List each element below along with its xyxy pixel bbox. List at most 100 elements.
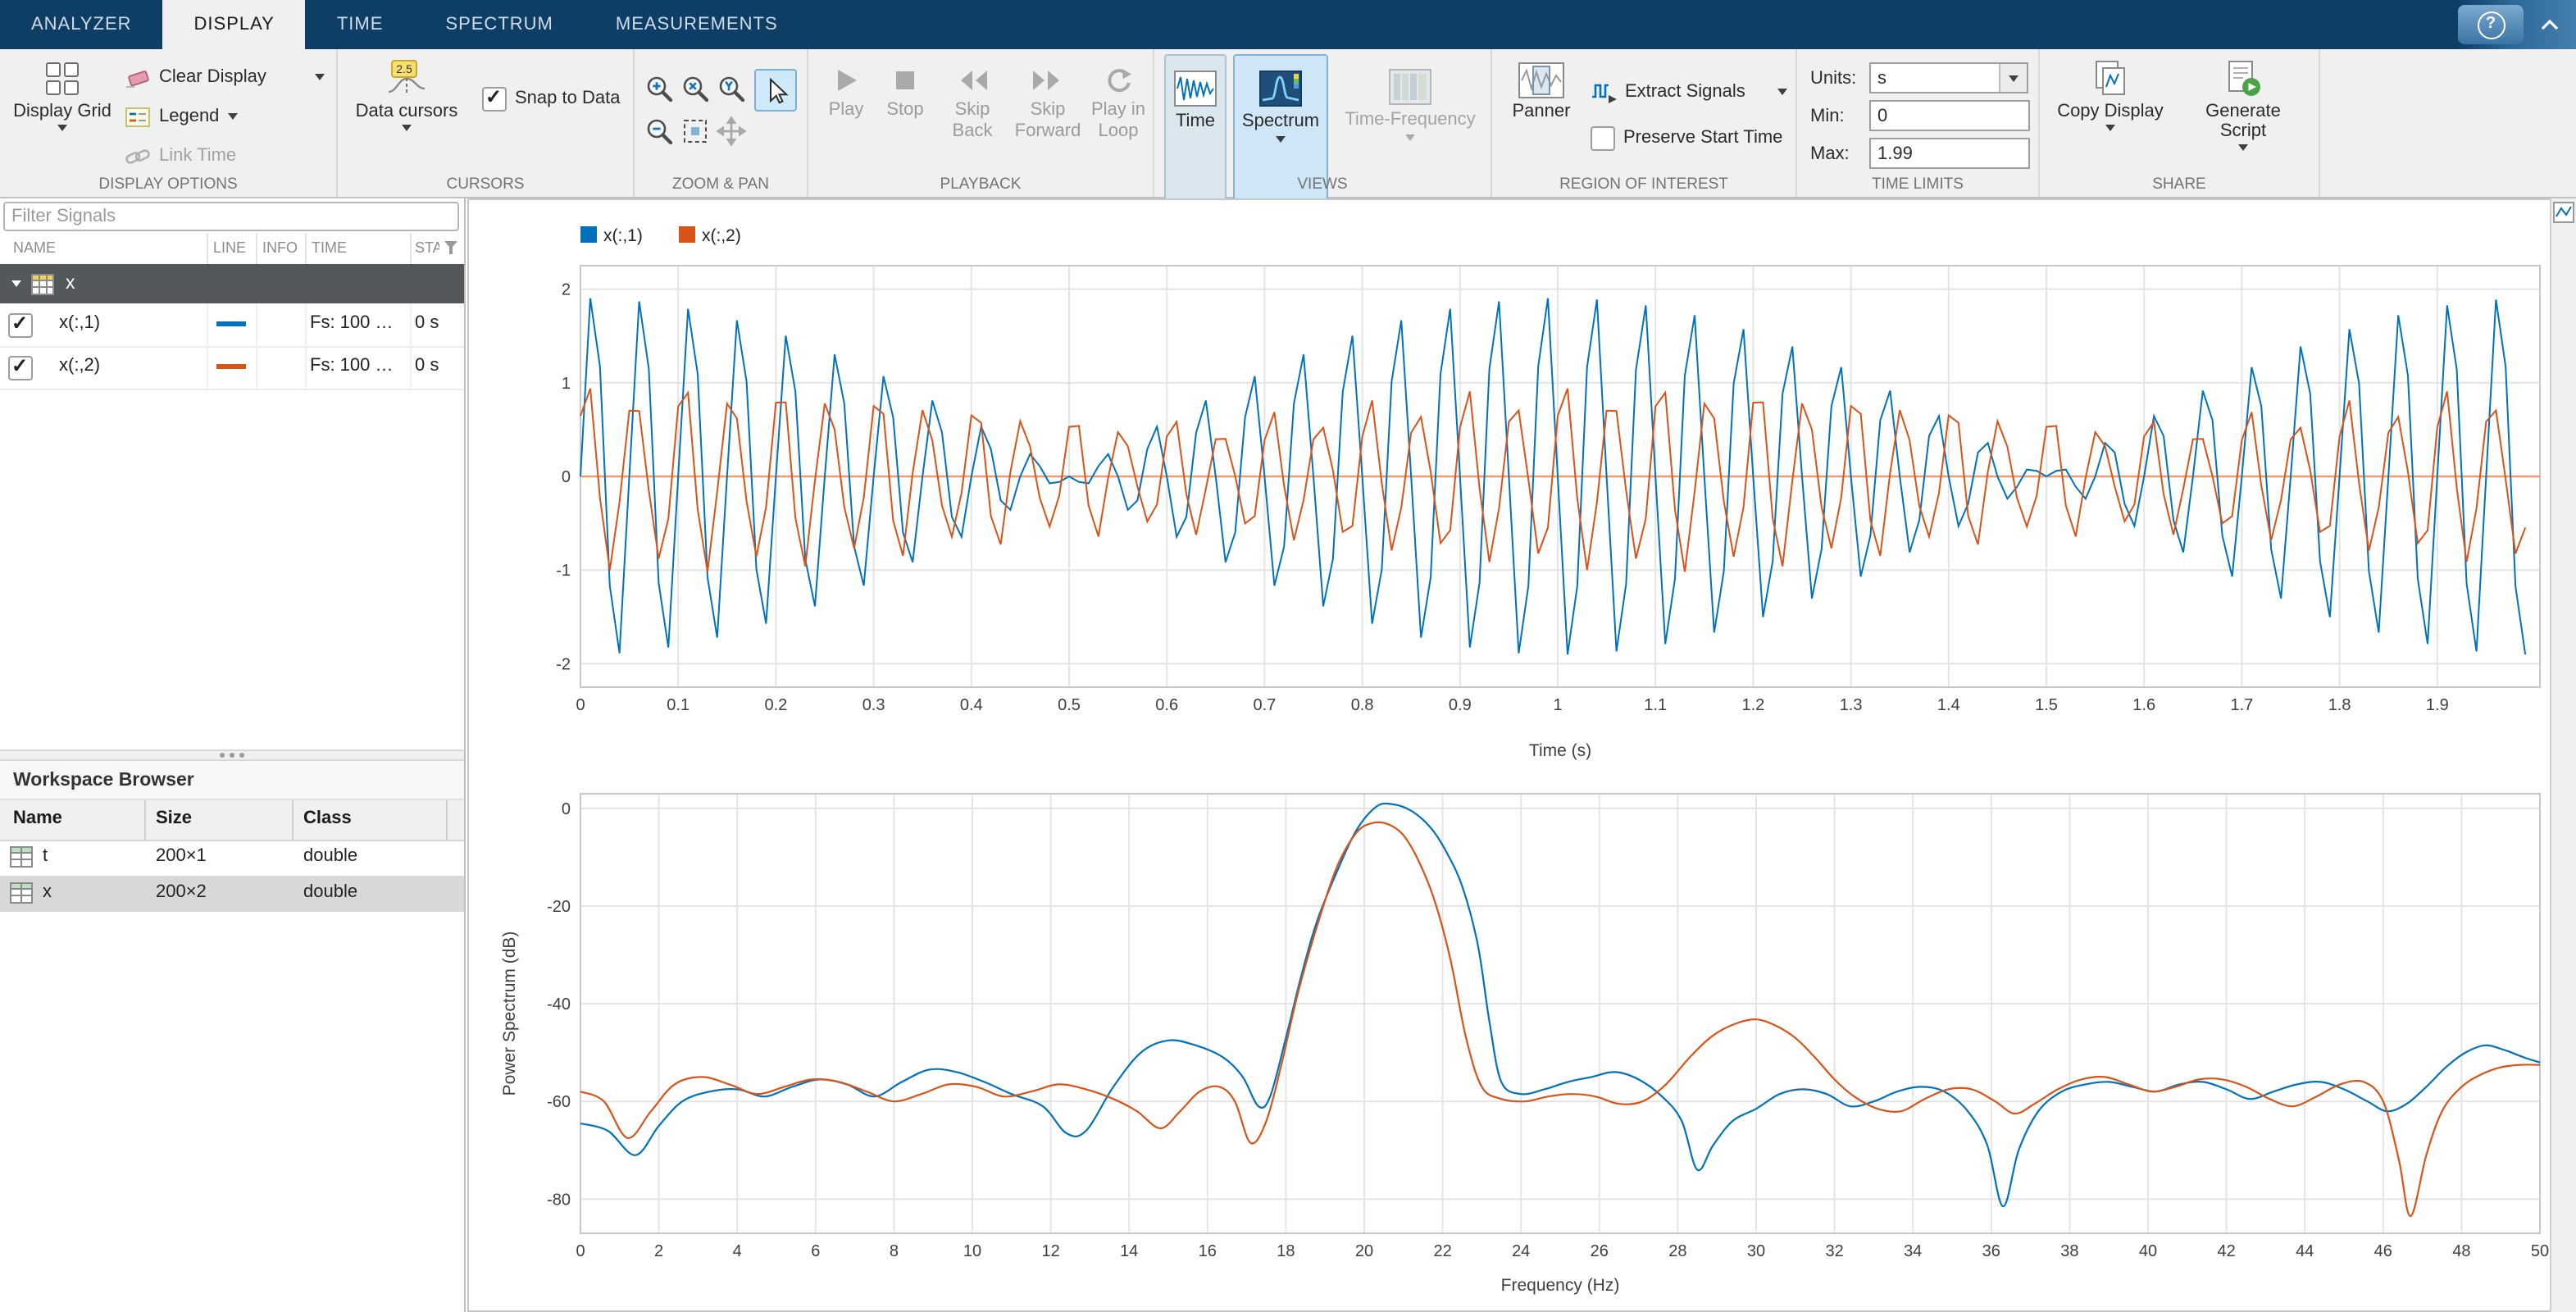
section-time-limits: Units: s Min: 0 Max: 1.99 TIME LIMITS <box>1797 49 2040 197</box>
svg-text:1: 1 <box>562 375 571 393</box>
svg-text:12: 12 <box>1041 1242 1059 1260</box>
wb-col-class[interactable]: Class <box>303 809 352 828</box>
signal-x2-checkbox[interactable] <box>8 356 33 380</box>
preserve-start-time-checkbox[interactable] <box>1591 125 1615 150</box>
extract-signals-button[interactable]: Extract Signals <box>1591 75 1787 108</box>
column-filter-icon[interactable] <box>443 239 459 256</box>
generate-script-button[interactable]: Generate Script <box>2181 59 2305 151</box>
group-expand-icon[interactable] <box>11 280 21 287</box>
zoom-in-x-button[interactable] <box>677 71 713 107</box>
svg-text:34: 34 <box>1904 1242 1922 1260</box>
skip-forward-button[interactable]: Skip Forward <box>1012 66 1084 142</box>
col-time[interactable]: TIME <box>312 239 347 256</box>
section-zoom-pan: ZOOM & PAN <box>635 49 808 197</box>
svg-text:26: 26 <box>1591 1242 1609 1260</box>
units-dropdown-button[interactable] <box>1999 64 2027 92</box>
svg-text:0.6: 0.6 <box>1155 696 1178 714</box>
signal-row-x1[interactable]: x(:,1) Fs: 100 … 0 s <box>0 303 464 348</box>
display-grid-label: Display Grid <box>13 102 112 121</box>
spectrum-plot[interactable]: 0246810121416182022242628303234363840424… <box>495 771 2551 1299</box>
preserve-start-time-row[interactable]: Preserve Start Time <box>1591 121 1791 154</box>
snap-to-data-checkbox[interactable] <box>482 86 507 111</box>
svg-text:20: 20 <box>1355 1242 1373 1260</box>
col-info[interactable]: INFO <box>262 239 298 256</box>
zoom-in-y-button[interactable] <box>713 71 749 107</box>
svg-text:2: 2 <box>654 1242 663 1260</box>
panner-button[interactable]: Panner <box>1502 62 1581 121</box>
display-grid-button[interactable]: Display Grid <box>10 59 115 131</box>
svg-text:28: 28 <box>1668 1242 1686 1260</box>
snap-to-data-checkbox-row[interactable]: Snap to Data <box>482 82 626 115</box>
workspace-row-x[interactable]: x 200×2 double <box>0 876 464 912</box>
data-cursors-button[interactable]: 2.5 Data cursors <box>351 59 462 131</box>
link-time-button[interactable]: Link Time <box>125 139 325 172</box>
signal-row-x2[interactable]: x(:,2) Fs: 100 … 0 s <box>0 346 464 390</box>
wb-col-size[interactable]: Size <box>156 809 192 828</box>
col-line[interactable]: LINE <box>213 239 246 256</box>
clear-display-button[interactable]: Clear Display <box>125 61 325 93</box>
zoom-in-button[interactable] <box>641 71 677 107</box>
collapse-toolstrip-icon[interactable] <box>2540 18 2560 31</box>
play-in-loop-button[interactable]: Play in Loop <box>1090 66 1146 142</box>
max-input[interactable]: 1.99 <box>1869 138 2030 169</box>
workspace-row-t[interactable]: t 200×1 double <box>0 840 464 876</box>
stop-icon <box>890 66 920 95</box>
spectrum-view-label: Spectrum <box>1242 112 1319 131</box>
tab-spectrum[interactable]: SPECTRUM <box>414 0 584 49</box>
tab-time[interactable]: TIME <box>306 0 415 49</box>
min-label: Min: <box>1810 106 1869 125</box>
tab-display[interactable]: DISPLAY <box>163 0 306 49</box>
snap-to-data-label: Snap to Data <box>515 89 620 108</box>
svg-text:0: 0 <box>562 800 571 818</box>
panel-toggle-icon[interactable] <box>2553 202 2574 223</box>
signal-x1-checkbox[interactable] <box>8 313 33 338</box>
wb-col-name[interactable]: Name <box>13 809 62 828</box>
pointer-tool-button[interactable] <box>754 69 797 112</box>
col-name[interactable]: NAME <box>13 239 56 256</box>
copy-display-button[interactable]: Copy Display <box>2056 59 2164 131</box>
spectrum-view-icon <box>1259 71 1302 107</box>
units-label: Units: <box>1810 68 1869 88</box>
tab-analyzer[interactable]: ANALYZER <box>0 0 163 49</box>
signal-x1-start: 0 s <box>415 313 439 333</box>
panel-splitter[interactable] <box>0 749 464 761</box>
svg-text:-40: -40 <box>547 995 571 1014</box>
wb-t-class: double <box>303 846 357 866</box>
svg-text:14: 14 <box>1120 1242 1138 1260</box>
svg-text:40: 40 <box>2139 1242 2157 1260</box>
time-frequency-dropdown-icon <box>1405 134 1415 141</box>
legend-button[interactable]: Legend <box>125 100 325 133</box>
svg-text:44: 44 <box>2296 1242 2314 1260</box>
units-combobox[interactable]: s <box>1869 62 2028 93</box>
tab-measurements[interactable]: MEASUREMENTS <box>585 0 809 49</box>
wb-t-size: 200×1 <box>156 846 207 866</box>
skip-back-button[interactable]: Skip Back <box>940 66 1005 142</box>
play-button[interactable]: Play <box>818 66 874 121</box>
section-label-roi: REGION OF INTEREST <box>1492 175 1795 194</box>
pan-button[interactable] <box>713 113 749 149</box>
svg-text:0.5: 0.5 <box>1058 696 1081 714</box>
stop-button[interactable]: Stop <box>877 66 933 121</box>
time-view-icon <box>1174 71 1217 107</box>
time-frequency-view-label: Time-Frequency <box>1345 110 1475 130</box>
legend-label: Legend <box>159 107 219 126</box>
signal-group-row[interactable]: x <box>0 264 464 303</box>
col-start[interactable]: START <box>415 239 439 256</box>
help-button[interactable]: ? <box>2458 5 2524 44</box>
zoom-in-x-icon <box>680 73 711 104</box>
fit-to-view-button[interactable] <box>677 113 713 149</box>
workspace-browser-title: Workspace Browser <box>0 761 464 800</box>
min-input[interactable]: 0 <box>1869 100 2030 131</box>
svg-text:10: 10 <box>963 1242 981 1260</box>
filter-signals-input[interactable]: Filter Signals <box>3 202 459 231</box>
units-dropdown-icon <box>2009 75 2018 81</box>
time-plot[interactable]: 00.10.20.30.40.50.60.70.80.911.11.21.31.… <box>495 220 2551 764</box>
copy-display-icon <box>2091 59 2130 98</box>
section-label-time-limits: TIME LIMITS <box>1797 175 2038 194</box>
skip-forward-icon <box>1030 66 1066 95</box>
min-row: Min: 0 <box>1810 100 2030 131</box>
zoom-in-icon <box>644 73 675 104</box>
section-label-views: VIEWS <box>1154 175 1491 194</box>
zoom-out-button[interactable] <box>641 113 677 149</box>
play-in-loop-label: Play in Loop <box>1090 100 1146 142</box>
